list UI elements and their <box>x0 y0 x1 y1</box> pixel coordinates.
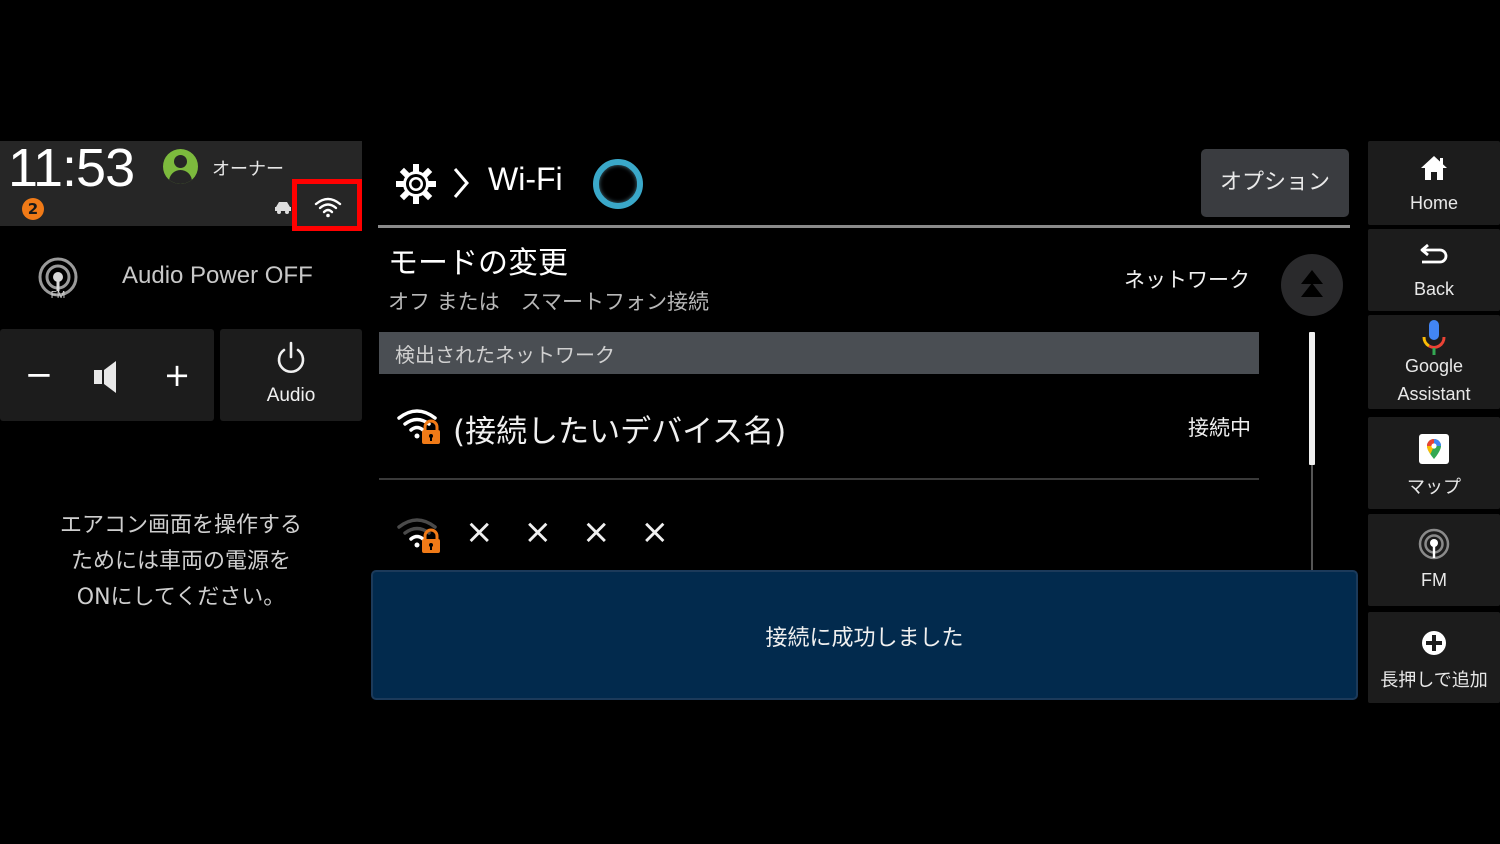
network-status: 接続中 <box>1188 416 1251 440</box>
network-list-item[interactable]: (接続したいデバイス名) 接続中 <box>379 378 1259 480</box>
dock-label: Assistant <box>1397 384 1471 404</box>
mode-change-title[interactable]: モードの変更 <box>388 238 568 282</box>
scroll-to-top-button[interactable] <box>1281 254 1343 316</box>
audio-power-status: Audio Power OFF <box>122 262 313 289</box>
dock-fm-button[interactable]: FM <box>1368 514 1500 606</box>
wifi-lock-icon <box>397 518 440 553</box>
network-list-item[interactable]: ×××× <box>379 482 1259 572</box>
svg-text:FM: FM <box>51 290 65 301</box>
climate-message: エアコン画面を操作する ためには車両の電源を ONにしてください。 <box>0 508 362 616</box>
volume-panel: − + <box>0 329 214 421</box>
option-button[interactable]: オプション <box>1201 149 1349 217</box>
double-chevron-up-icon <box>1301 270 1323 297</box>
add-icon <box>1422 631 1446 655</box>
page-title: Wi-Fi <box>488 161 563 197</box>
speaker-icon[interactable] <box>92 359 124 395</box>
wifi-lock-icon <box>397 409 440 444</box>
network-name: ×××× <box>465 512 699 552</box>
clock: 11:53 <box>8 138 135 198</box>
detected-networks-header: 検出されたネットワーク <box>379 332 1259 374</box>
audio-power-button[interactable]: Audio <box>220 329 362 421</box>
dock-label: Home <box>1409 193 1458 213</box>
connection-success-toast: 接続に成功しました <box>371 570 1358 700</box>
fm-radio-icon <box>1418 528 1450 560</box>
chevron-right-icon <box>453 168 469 198</box>
power-icon <box>277 341 305 373</box>
user-name[interactable]: オーナー <box>212 155 284 181</box>
gear-icon[interactable] <box>395 163 437 205</box>
audio-button-label: Audio <box>266 385 316 406</box>
fm-radio-icon: FM <box>38 257 78 301</box>
audio-source-line[interactable]: FM Audio Power OFF <box>0 240 362 315</box>
settings-header: Wi-Fi オプション <box>378 141 1350 226</box>
dock-label: FM <box>1421 570 1447 590</box>
climate-message-line: エアコン画面を操作する <box>59 513 302 538</box>
climate-message-line: ONにしてください。 <box>76 585 286 610</box>
dock-label: 長押しで追加 <box>1380 670 1488 690</box>
dock-maps-button[interactable]: マップ <box>1368 417 1500 509</box>
dock-label: マップ <box>1407 477 1461 497</box>
maps-icon <box>1419 434 1449 464</box>
climate-message-line: ためには車両の電源を <box>70 549 291 574</box>
toast-message: 接続に成功しました <box>765 626 964 651</box>
mode-change-subtitle: オフ または スマートフォン接続 <box>388 290 710 314</box>
dock-label: Google <box>1404 356 1464 376</box>
loading-spinner-icon <box>593 159 643 209</box>
dock-add-shortcut-button[interactable]: 長押しで追加 <box>1368 612 1500 703</box>
volume-down-button[interactable]: − <box>24 355 54 395</box>
microphone-icon <box>1422 320 1446 355</box>
back-icon <box>1420 243 1448 264</box>
volume-up-button[interactable]: + <box>160 355 194 395</box>
dock-back-button[interactable]: Back <box>1368 229 1500 311</box>
notification-badge[interactable]: 2 <box>22 198 44 220</box>
header-divider <box>378 225 1350 228</box>
home-icon <box>1421 156 1447 180</box>
section-title: 検出されたネットワーク <box>395 343 615 367</box>
network-name: (接続したいデバイス名) <box>453 414 787 450</box>
user-icon[interactable] <box>163 149 198 184</box>
scrollbar-thumb[interactable] <box>1309 332 1315 465</box>
dock-google-assistant-button[interactable]: Google Assistant <box>1368 315 1500 409</box>
dock-label: Back <box>1413 279 1455 299</box>
dock-home-button[interactable]: Home <box>1368 141 1500 225</box>
wifi-icon-highlight <box>292 179 362 231</box>
mode-value[interactable]: ネットワーク <box>1100 264 1250 294</box>
